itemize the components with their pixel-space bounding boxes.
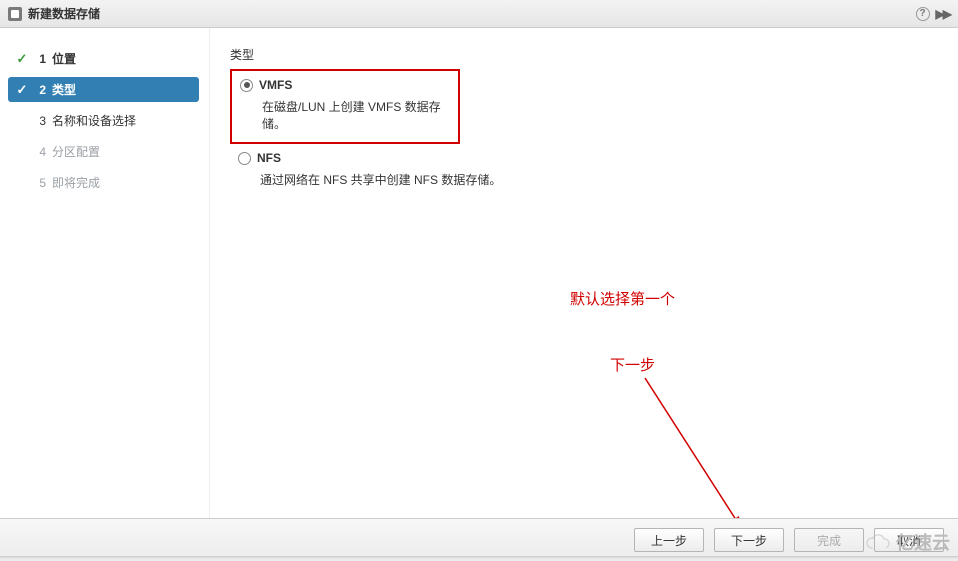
footer-shadow [0,556,958,559]
radio-label: NFS [257,151,281,165]
titlebar: 新建数据存储 ? ▶▶ [0,0,958,28]
step-number: 2 [34,83,46,97]
radio-label: VMFS [259,78,292,92]
finish-button: 完成 [794,528,864,552]
radio-icon [240,79,253,92]
radio-option-vmfs[interactable]: VMFS [240,78,448,92]
step-label: 名称和设备选择 [52,112,136,129]
step-label: 分区配置 [52,143,100,160]
wizard-step-finish: ✓ 5 即将完成 [0,170,209,195]
radio-icon [238,152,251,165]
step-number: 3 [34,114,46,128]
wizard-step-partition: ✓ 4 分区配置 [0,139,209,164]
radio-option-nfs[interactable]: NFS [238,151,520,165]
step-label: 类型 [52,81,76,98]
radio-description: 通过网络在 NFS 共享中创建 NFS 数据存储。 [260,171,520,188]
wizard-sidebar: ✓ 1 位置 ✓ 2 类型 ✓ 3 名称和设备选择 ✓ 4 分区配置 ✓ 5 即… [0,28,210,518]
next-button[interactable]: 下一步 [714,528,784,552]
wizard-step-name-device[interactable]: ✓ 3 名称和设备选择 [0,108,209,133]
step-number: 5 [34,176,46,190]
step-label: 即将完成 [52,174,100,191]
check-icon: ✓ [14,51,30,67]
annotation-highlight-vmfs: VMFS 在磁盘/LUN 上创建 VMFS 数据存储。 [230,69,460,144]
wizard-step-type[interactable]: ✓ 2 类型 [8,77,199,102]
step-label: 位置 [52,50,76,67]
step-number: 4 [34,145,46,159]
radio-description: 在磁盘/LUN 上创建 VMFS 数据存储。 [262,98,448,132]
step-number: 1 [34,52,46,66]
check-icon: ✓ [14,82,30,98]
app-icon [8,7,22,21]
annotation-next-hint: 下一步 [610,354,655,375]
wizard-step-location[interactable]: ✓ 1 位置 [0,46,209,71]
window-title: 新建数据存储 [28,5,100,22]
help-icon[interactable]: ? [916,7,930,21]
wizard-footer: 上一步 下一步 完成 取消 [0,518,958,561]
section-label: 类型 [230,46,938,63]
annotation-default-first: 默认选择第一个 [570,288,675,309]
back-button[interactable]: 上一步 [634,528,704,552]
collapse-icon[interactable]: ▶▶ [936,7,950,21]
wizard-content: 类型 VMFS 在磁盘/LUN 上创建 VMFS 数据存储。 NFS 通过网络在… [210,28,958,518]
cancel-button[interactable]: 取消 [874,528,944,552]
